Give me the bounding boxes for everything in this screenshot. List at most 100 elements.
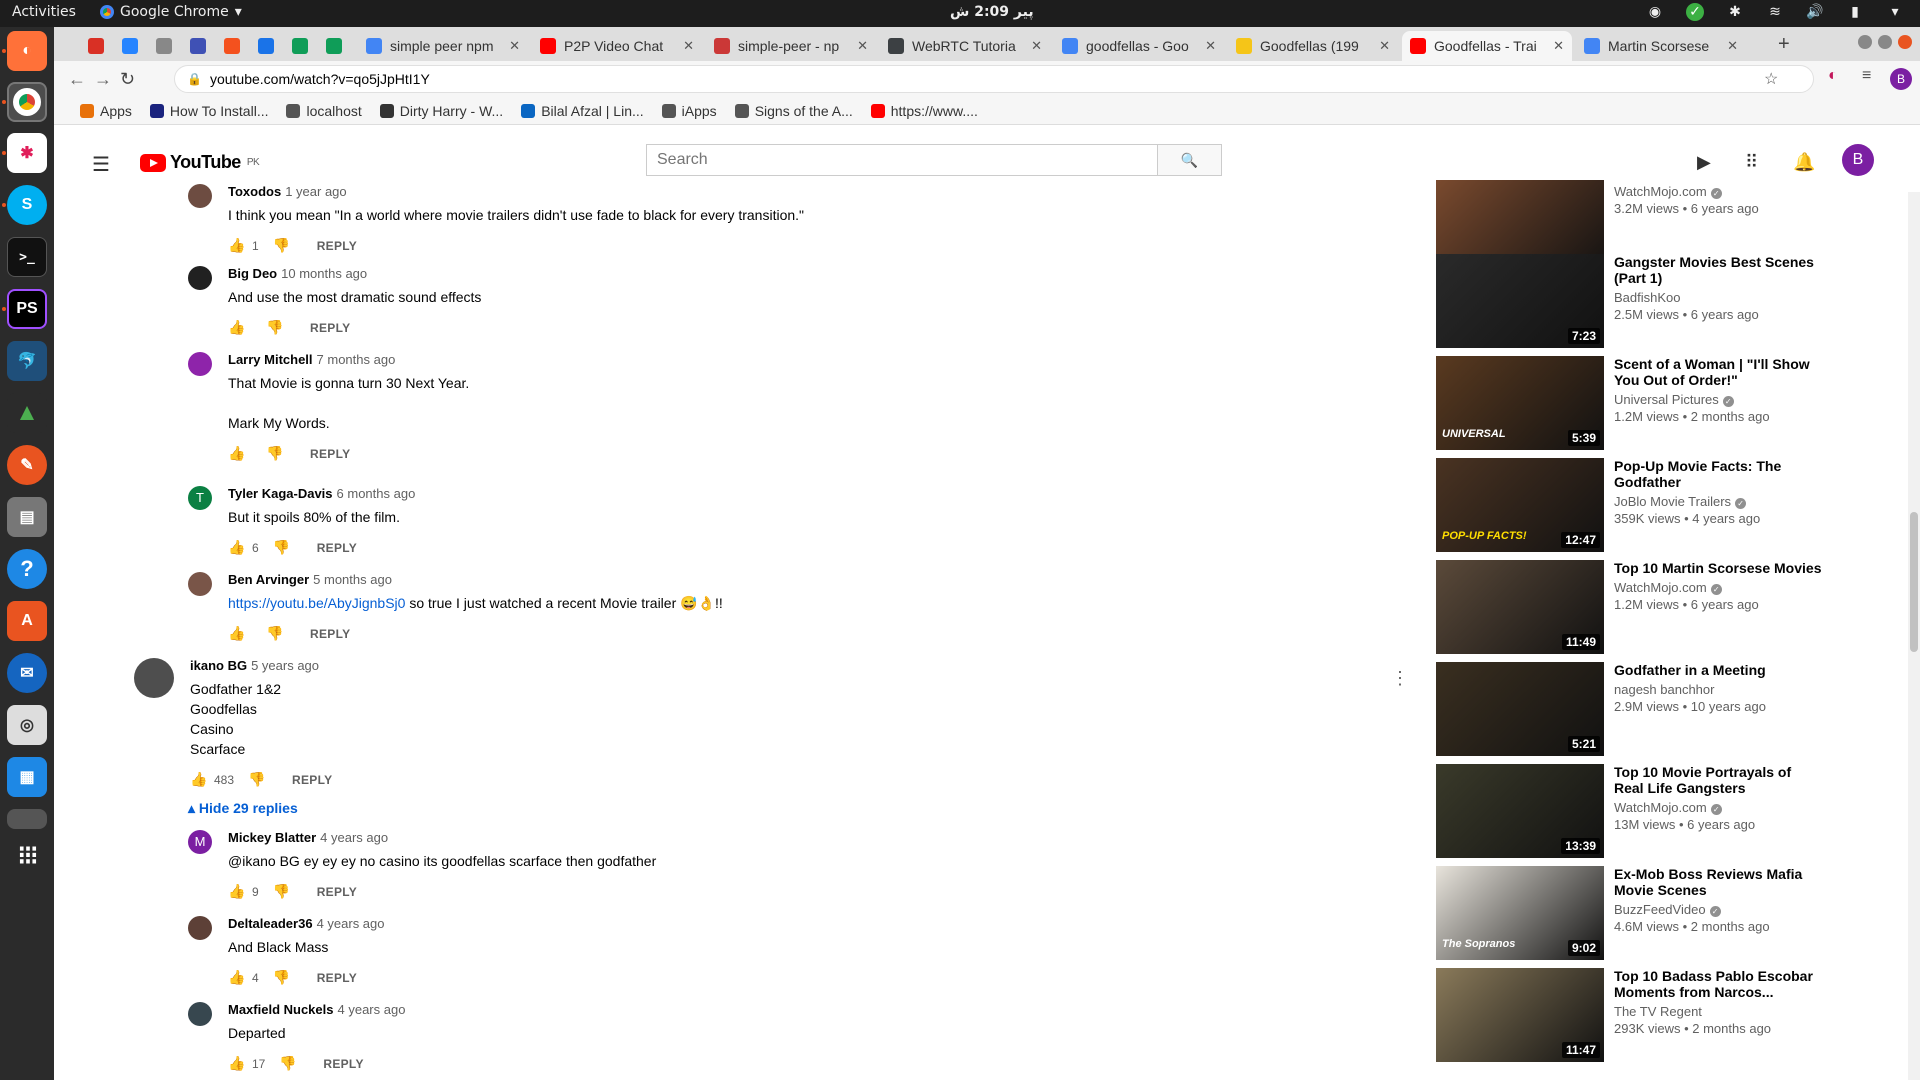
reply-button[interactable]: REPLY [292,773,332,787]
bookmark-item[interactable]: https://www.... [870,103,978,119]
channel-name[interactable]: Universal Pictures ✓ [1614,392,1824,407]
slack-icon[interactable]: ✱ [7,133,47,173]
phpstorm-icon[interactable]: PS [7,289,47,329]
recommended-video[interactable]: 13:39 Top 10 Movie Portrayals of Real Lif… [1436,764,1836,858]
avatar[interactable] [188,266,212,290]
browser-tab[interactable] [284,31,318,61]
terminal-icon[interactable]: >_ [7,237,47,277]
browser-tab[interactable]: goodfellas - Goo ✕ [1054,31,1224,61]
thumbs-up-icon[interactable]: 👍 [228,883,245,900]
thumbs-up-icon[interactable]: 👍 [228,1055,245,1072]
video-title[interactable]: Gangster Movies Best Scenes (Part 1) [1614,254,1824,286]
volume-icon[interactable]: 🔊 [1806,3,1824,21]
avatar[interactable] [188,352,212,376]
thumbs-down-icon[interactable]: 👎 [266,445,283,462]
close-tab-icon[interactable]: ✕ [683,38,694,54]
browser-tab[interactable] [148,31,182,61]
channel-name[interactable]: WatchMojo.com ✓ [1614,184,1824,199]
file-manager-icon[interactable]: ▤ [7,497,47,537]
extension-icon[interactable]: ◐ [1828,67,1838,85]
comment-author[interactable]: Ben Arvinger [228,572,309,587]
thumbs-down-icon[interactable]: 👎 [273,883,290,900]
search-input[interactable] [647,145,1157,175]
show-applications-icon[interactable]: ⁝⁝⁝ [7,835,47,875]
address-bar[interactable]: 🔒 youtube.com/watch?v=qo5jJpHtI1Y [174,65,1814,93]
thumbs-up-icon[interactable]: 👍 [228,445,245,462]
close-tab-icon[interactable]: ✕ [509,38,520,54]
create-video-icon[interactable]: ▶ [1697,152,1711,173]
comment-author[interactable]: Tyler Kaga-Davis [228,486,333,501]
close-tab-icon[interactable]: ✕ [857,38,868,54]
comment-timestamp[interactable]: 5 months ago [313,572,392,587]
bookmark-star-icon[interactable]: ☆ [1764,69,1778,89]
bookmark-item[interactable]: Bilal Afzal | Lin... [521,103,644,119]
reload-icon[interactable]: ↻ [120,69,135,90]
libreoffice-writer-icon[interactable]: ▦ [7,757,47,797]
browser-tab[interactable]: Goodfellas (199 ✕ [1228,31,1398,61]
video-title[interactable]: Top 10 Martin Scorsese Movies [1614,560,1824,576]
comment-timestamp[interactable]: 4 years ago [320,830,388,845]
comment-link[interactable]: https://youtu.be/AbyJignbSj0 [228,595,405,611]
browser-tab[interactable]: Goodfellas - Trai ✕ [1402,31,1572,61]
avatar[interactable] [134,658,174,698]
rocket-icon[interactable]: ▲ [7,393,47,433]
skype-icon[interactable]: S [7,185,47,225]
recommended-video[interactable]: The Sopranos 9:02 Ex-Mob Boss Reviews Mafi… [1436,866,1836,960]
reply-button[interactable]: REPLY [317,541,357,555]
thumbs-down-icon[interactable]: 👎 [273,237,290,254]
thumbs-down-icon[interactable]: 👎 [273,539,290,556]
channel-name[interactable]: The TV Regent [1614,1004,1824,1019]
avatar[interactable]: M [188,830,212,854]
close-tab-icon[interactable]: ✕ [1379,38,1390,54]
video-thumbnail[interactable]: UNIVERSAL 5:39 [1436,356,1604,450]
app-menu[interactable]: Google Chrome ▾ [100,4,242,20]
browser-tab[interactable] [250,31,284,61]
reply-button[interactable]: REPLY [317,239,357,253]
channel-name[interactable]: BuzzFeedVideo ✓ [1614,902,1824,917]
thumbs-down-icon[interactable]: 👎 [266,625,283,642]
page-scrollbar[interactable] [1908,192,1920,1080]
reply-button[interactable]: REPLY [310,447,350,461]
clock[interactable]: پیر 2:09 ش [950,4,1034,20]
recommended-video[interactable]: POP-UP FACTS! 12:47 Pop-Up Movie Facts: Th… [1436,458,1836,552]
close-tab-icon[interactable]: ✕ [1031,38,1042,54]
help-icon[interactable]: ? [7,549,47,589]
browser-tab[interactable] [216,31,250,61]
thumbs-down-icon[interactable]: 👎 [266,319,283,336]
video-title[interactable]: Scent of a Woman | "I'll Show You Out of… [1614,356,1824,388]
notifications-bell-icon[interactable]: 🔔 [1793,152,1815,173]
thumbs-up-icon[interactable]: 👍 [228,237,245,254]
minimize-button[interactable] [1858,35,1872,49]
close-tab-icon[interactable]: ✕ [1553,38,1564,54]
video-thumbnail[interactable]: POP-UP FACTS! 12:47 [1436,458,1604,552]
reply-button[interactable]: REPLY [317,885,357,899]
profile-avatar[interactable]: B [1890,68,1912,90]
apps-grid-icon[interactable]: ⠿ [1745,152,1758,173]
bookmark-item[interactable]: localhost [286,103,362,119]
search-button[interactable]: 🔍 [1157,145,1221,175]
new-tab-button[interactable]: + [1778,33,1790,56]
comment-timestamp[interactable]: 10 months ago [281,266,367,281]
youtube-logo[interactable]: YouTube PK [140,152,260,173]
avatar[interactable] [188,916,212,940]
thunderbird-icon[interactable]: ✉ [7,653,47,693]
video-thumbnail[interactable]: The Sopranos 9:02 [1436,866,1604,960]
channel-name[interactable]: WatchMojo.com ✓ [1614,580,1824,595]
power-menu-icon[interactable]: ▾ [1886,3,1904,21]
video-title[interactable]: Ex-Mob Boss Reviews Mafia Movie Scenes [1614,866,1824,898]
maximize-button[interactable] [1878,35,1892,49]
video-title[interactable]: Top 10 Movie Portrayals of Real Life Gan… [1614,764,1824,796]
hide-replies-button[interactable]: ▴ Hide 29 replies [188,800,298,817]
avatar[interactable]: T [188,486,212,510]
postman-icon[interactable]: ✎ [7,445,47,485]
comment-more-actions-icon[interactable]: ⋮ [1391,668,1409,689]
comment-author[interactable]: Big Deo [228,266,277,281]
browser-tab[interactable]: simple-peer - np ✕ [706,31,876,61]
comment-timestamp[interactable]: 5 years ago [251,658,319,673]
channel-name[interactable]: nagesh banchhor [1614,682,1824,697]
scrollbar-thumb[interactable] [1910,512,1918,652]
comment-author[interactable]: Maxfield Nuckels [228,1002,334,1017]
thumbs-down-icon[interactable]: 👎 [248,771,265,788]
comment-author[interactable]: ikano BG [190,658,247,673]
thumbs-down-icon[interactable]: 👎 [273,969,290,986]
